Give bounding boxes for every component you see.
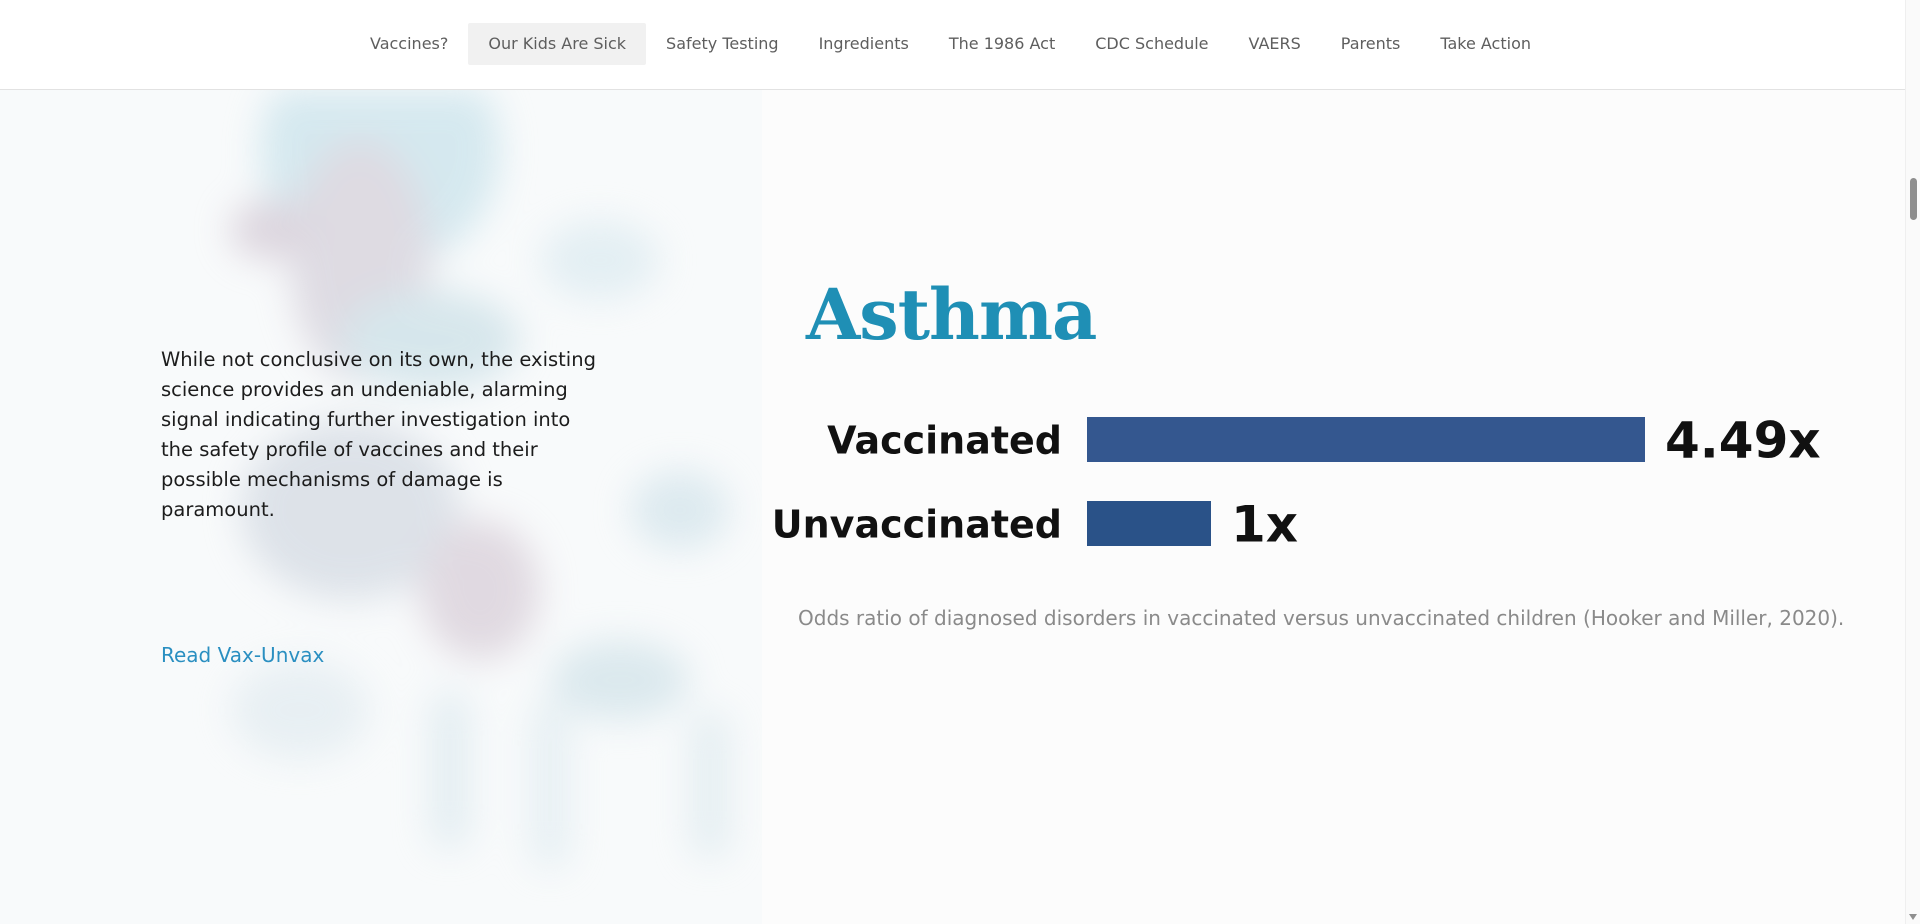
scroll-down-arrow-icon[interactable] [1909, 914, 1917, 920]
nav-item-parents[interactable]: Parents [1321, 23, 1421, 65]
category-label-unvaccinated: Unvaccinated [772, 503, 1062, 547]
value-label-unvaccinated: 1x [1231, 496, 1298, 554]
bar-vaccinated [1087, 417, 1645, 462]
intro-paragraph: While not conclusive on its own, the exi… [161, 348, 596, 521]
nav-item-vaccines[interactable]: Vaccines? [350, 23, 468, 65]
nav-item-take-action[interactable]: Take Action [1420, 23, 1551, 65]
nav-item-vaers[interactable]: VAERS [1229, 23, 1321, 65]
chart-caption: Odds ratio of diagnosed disorders in vac… [798, 606, 1845, 630]
nav-menu: Vaccines? Our Kids Are Sick Safety Testi… [0, 23, 1905, 65]
scrollbar-thumb[interactable] [1910, 178, 1917, 220]
nav-item-ingredients[interactable]: Ingredients [799, 23, 929, 65]
intro-panel: While not conclusive on its own, the exi… [0, 90, 762, 924]
nav-item-cdc-schedule[interactable]: CDC Schedule [1075, 23, 1228, 65]
bar-unvaccinated [1087, 501, 1211, 546]
nav-item-1986-act[interactable]: The 1986 Act [929, 23, 1075, 65]
chart-panel: Asthma Vaccinated 4.49x Unvaccinated 1x Odd… [762, 90, 1905, 924]
page-scrollbar[interactable] [1905, 0, 1920, 924]
nav-item-safety-testing[interactable]: Safety Testing [646, 23, 799, 65]
odds-ratio-chart: Vaccinated 4.49x Unvaccinated 1x [772, 412, 1821, 554]
nav-item-our-kids-are-sick[interactable]: Our Kids Are Sick [468, 23, 647, 65]
top-navigation: Vaccines? Our Kids Are Sick Safety Testi… [0, 0, 1905, 90]
category-label-vaccinated: Vaccinated [827, 419, 1062, 463]
value-label-vaccinated: 4.49x [1665, 412, 1821, 470]
read-vax-unvax-link[interactable]: Read Vax-Unvax [161, 643, 324, 667]
page: Vaccines? Our Kids Are Sick Safety Testi… [0, 0, 1920, 924]
